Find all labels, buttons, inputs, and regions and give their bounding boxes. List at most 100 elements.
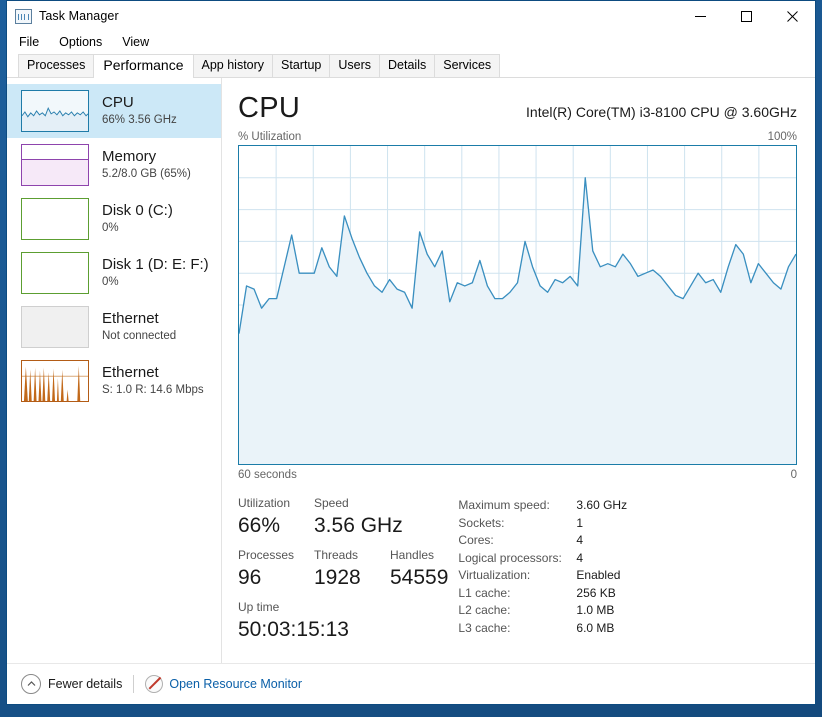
cpu-area-fill bbox=[239, 178, 796, 464]
stat-uptime-value: 50:03:15:13 bbox=[238, 616, 458, 643]
page-title: CPU bbox=[238, 92, 300, 125]
cpu-detail-panel: CPU Intel(R) Core(TM) i3-8100 CPU @ 3.60… bbox=[222, 78, 815, 663]
desktop-background: Task Manager File Options View Proce bbox=[0, 0, 822, 717]
stat-utilization-label: Utilization bbox=[238, 495, 304, 512]
fewer-details-button[interactable]: Fewer details bbox=[48, 677, 122, 691]
info-value-maximum-speed: 3.60 GHz bbox=[576, 497, 627, 515]
window-controls bbox=[677, 1, 815, 31]
stat-threads-label: Threads bbox=[314, 547, 380, 564]
stat-handles-label: Handles bbox=[390, 547, 448, 564]
window-title: Task Manager bbox=[39, 9, 119, 23]
stat-utilization: Utilization 66% bbox=[238, 495, 304, 539]
sidebar-item-ethernet-text: Ethernet S: 1.0 R: 14.6 Mbps bbox=[102, 364, 204, 398]
tab-processes[interactable]: Processes bbox=[18, 54, 94, 77]
cpu-model-label: Intel(R) Core(TM) i3-8100 CPU @ 3.60GHz bbox=[526, 104, 797, 123]
graph-x-axis-label: 60 seconds bbox=[238, 469, 297, 481]
disk-0-thumbnail-icon bbox=[21, 198, 89, 240]
sidebar-item-disk-1[interactable]: Disk 1 (D: E: F:) 0% bbox=[7, 246, 221, 300]
graph-bottom-labels: 60 seconds 0 bbox=[238, 469, 797, 481]
sidebar-item-ethernet-title: Ethernet bbox=[102, 364, 204, 382]
stats-row-processes-threads-handles: Processes 96 Threads 1928 Handles 54559 bbox=[238, 547, 458, 591]
tab-details[interactable]: Details bbox=[379, 54, 435, 77]
info-row-l2-cache: L2 cache: 1.0 MB bbox=[458, 602, 797, 620]
tab-bar: Processes Performance App history Startu… bbox=[7, 53, 815, 78]
sidebar-item-ethernet-sub: S: 1.0 R: 14.6 Mbps bbox=[102, 383, 204, 398]
info-label-l2-cache: L2 cache: bbox=[458, 602, 576, 620]
sidebar-item-memory-text: Memory 5.2/8.0 GB (65%) bbox=[102, 148, 191, 182]
info-value-cores: 4 bbox=[576, 532, 583, 550]
info-row-l1-cache: L1 cache: 256 KB bbox=[458, 585, 797, 603]
graph-y-max-label: 100% bbox=[768, 131, 797, 143]
stat-threads: Threads 1928 bbox=[314, 547, 380, 591]
sidebar-item-cpu[interactable]: CPU 66% 3.56 GHz bbox=[7, 84, 221, 138]
maximize-button[interactable] bbox=[723, 1, 769, 31]
cpu-utilization-graph bbox=[238, 145, 797, 465]
graph-top-labels: % Utilization 100% bbox=[238, 131, 797, 143]
task-manager-icon bbox=[15, 9, 32, 24]
info-value-logical-processors: 4 bbox=[576, 550, 583, 568]
menu-options[interactable]: Options bbox=[59, 35, 102, 49]
content-area: CPU 66% 3.56 GHz Memory 5.2/8.0 GB (65%) bbox=[7, 78, 815, 663]
graph-y-axis-label: % Utilization bbox=[238, 131, 301, 143]
tab-startup[interactable]: Startup bbox=[272, 54, 330, 77]
chevron-up-icon[interactable] bbox=[21, 674, 41, 694]
tab-app-history[interactable]: App history bbox=[193, 54, 274, 77]
resource-sidebar: CPU 66% 3.56 GHz Memory 5.2/8.0 GB (65%) bbox=[7, 78, 222, 663]
sidebar-item-disk-0-sub: 0% bbox=[102, 221, 173, 236]
stat-threads-value: 1928 bbox=[314, 564, 380, 591]
info-value-sockets: 1 bbox=[576, 515, 583, 533]
sidebar-item-memory-sub: 5.2/8.0 GB (65%) bbox=[102, 167, 191, 182]
menu-view[interactable]: View bbox=[122, 35, 149, 49]
cpu-thumbnail-icon bbox=[21, 90, 89, 132]
stat-handles-value: 54559 bbox=[390, 564, 448, 591]
info-row-virtualization: Virtualization: Enabled bbox=[458, 567, 797, 585]
tab-users[interactable]: Users bbox=[329, 54, 380, 77]
close-button[interactable] bbox=[769, 1, 815, 31]
memory-thumbnail-icon bbox=[21, 144, 89, 186]
info-value-virtualization: Enabled bbox=[576, 567, 620, 585]
resource-monitor-icon bbox=[145, 675, 163, 693]
tab-performance[interactable]: Performance bbox=[93, 54, 193, 78]
info-label-l1-cache: L1 cache: bbox=[458, 585, 576, 603]
stat-processes-value: 96 bbox=[238, 564, 304, 591]
info-row-maximum-speed: Maximum speed: 3.60 GHz bbox=[458, 497, 797, 515]
info-value-l1-cache: 256 KB bbox=[576, 585, 615, 603]
stat-speed-label: Speed bbox=[314, 495, 403, 512]
memory-fill bbox=[22, 159, 88, 185]
sidebar-item-disk-0-title: Disk 0 (C:) bbox=[102, 202, 173, 220]
open-resource-monitor-link[interactable]: Open Resource Monitor bbox=[169, 677, 302, 691]
stat-speed: Speed 3.56 GHz bbox=[314, 495, 403, 539]
sidebar-item-disk-1-title: Disk 1 (D: E: F:) bbox=[102, 256, 209, 274]
sidebar-item-ethernet[interactable]: Ethernet S: 1.0 R: 14.6 Mbps bbox=[7, 354, 221, 408]
sidebar-item-disk-1-sub: 0% bbox=[102, 275, 209, 290]
stat-uptime-label: Up time bbox=[238, 599, 458, 616]
info-label-sockets: Sockets: bbox=[458, 515, 576, 533]
sidebar-item-memory[interactable]: Memory 5.2/8.0 GB (65%) bbox=[7, 138, 221, 192]
info-row-cores: Cores: 4 bbox=[458, 532, 797, 550]
menu-file[interactable]: File bbox=[19, 35, 39, 49]
stat-handles: Handles 54559 bbox=[390, 547, 448, 591]
title-bar-left: Task Manager bbox=[7, 9, 119, 24]
sidebar-item-memory-title: Memory bbox=[102, 148, 191, 166]
title-bar: Task Manager bbox=[7, 1, 815, 31]
cpu-header: CPU Intel(R) Core(TM) i3-8100 CPU @ 3.60… bbox=[238, 78, 797, 125]
stat-speed-value: 3.56 GHz bbox=[314, 512, 403, 539]
sidebar-item-ethernet-disconnected[interactable]: Ethernet Not connected bbox=[7, 300, 221, 354]
ethernet-disconnected-thumbnail-icon bbox=[21, 306, 89, 348]
sidebar-item-disk-1-text: Disk 1 (D: E: F:) 0% bbox=[102, 256, 209, 290]
sidebar-item-disk-0-text: Disk 0 (C:) 0% bbox=[102, 202, 173, 236]
cpu-stats: Utilization 66% Speed 3.56 GHz Processes bbox=[238, 495, 797, 643]
minimize-button[interactable] bbox=[677, 1, 723, 31]
sidebar-item-ethernet-disconnected-sub: Not connected bbox=[102, 329, 176, 344]
info-value-l2-cache: 1.0 MB bbox=[576, 602, 614, 620]
ethernet-thumbnail-icon bbox=[21, 360, 89, 402]
info-label-logical-processors: Logical processors: bbox=[458, 550, 576, 568]
info-label-cores: Cores: bbox=[458, 532, 576, 550]
sidebar-item-cpu-sub: 66% 3.56 GHz bbox=[102, 113, 177, 128]
stat-processes-label: Processes bbox=[238, 547, 304, 564]
tab-services[interactable]: Services bbox=[434, 54, 500, 77]
sidebar-item-ethernet-disconnected-text: Ethernet Not connected bbox=[102, 310, 176, 344]
stat-uptime: Up time 50:03:15:13 bbox=[238, 599, 458, 643]
menu-bar: File Options View bbox=[7, 31, 815, 53]
sidebar-item-disk-0[interactable]: Disk 0 (C:) 0% bbox=[7, 192, 221, 246]
